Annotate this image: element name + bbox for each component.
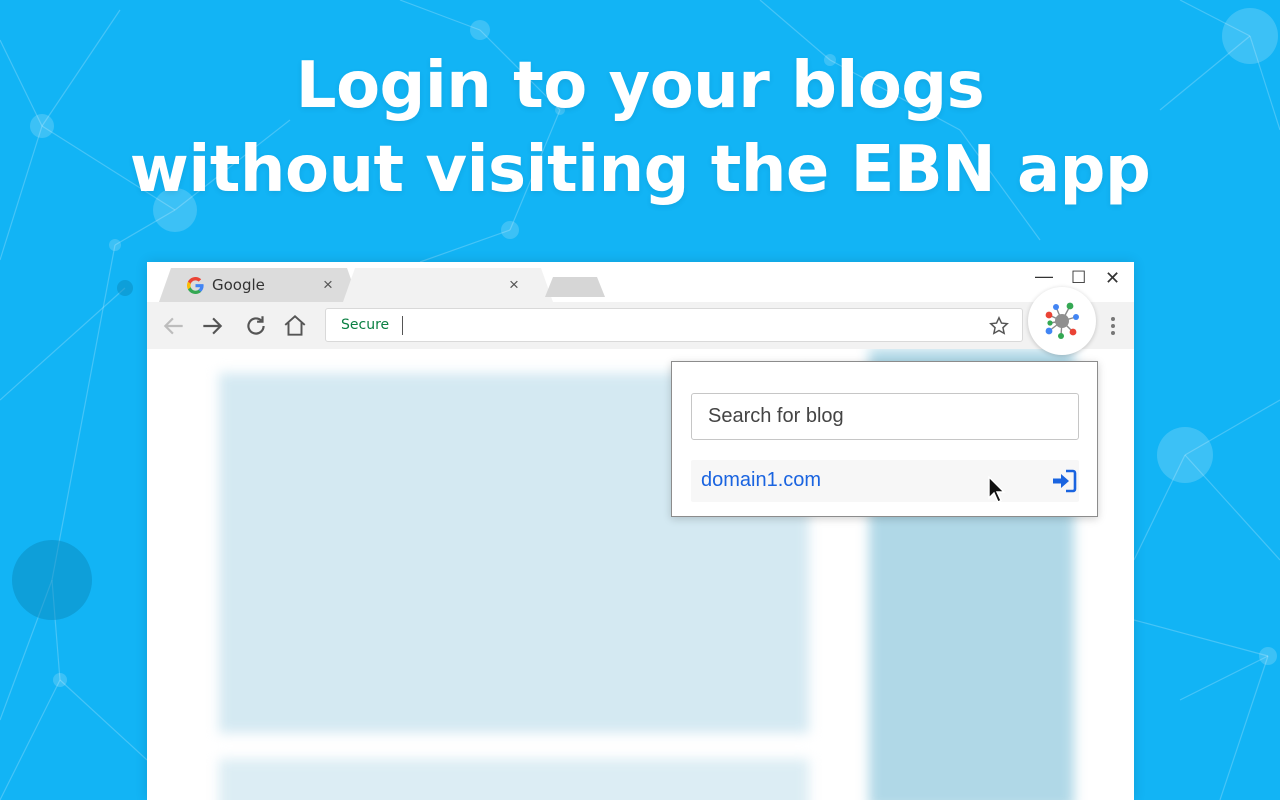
- tab-google-title: Google: [212, 276, 265, 294]
- browser-toolbar: Secure: [147, 302, 1134, 349]
- sign-in-icon[interactable]: [1051, 469, 1077, 493]
- blog-list-item[interactable]: domain1.com: [691, 460, 1079, 502]
- google-g-icon: [187, 277, 204, 294]
- arrow-left-icon[interactable]: [161, 313, 187, 339]
- ebn-extension-icon: [1045, 302, 1079, 339]
- kebab-menu-icon[interactable]: [1109, 314, 1117, 338]
- tab-active[interactable]: ×: [343, 268, 553, 302]
- close-window-icon[interactable]: ✕: [1105, 268, 1120, 288]
- headline-line-2: without visiting the EBN app: [129, 133, 1151, 207]
- maximize-icon[interactable]: ☐: [1071, 268, 1086, 288]
- browser-window: Google × × — ☐ ✕ Secure Search for blog …: [147, 262, 1134, 800]
- secure-label: Secure: [341, 317, 390, 333]
- mouse-cursor-icon: [988, 476, 1006, 503]
- browser-titlebar: Google × × — ☐ ✕: [147, 262, 1134, 302]
- tab-active-close-icon[interactable]: ×: [509, 276, 519, 294]
- address-bar[interactable]: Secure: [325, 308, 1023, 342]
- headline-line-1: Login to your blogs: [295, 49, 985, 123]
- minimize-icon[interactable]: —: [1035, 266, 1053, 286]
- blurred-content-bottom: [219, 759, 809, 800]
- ebn-extension-button[interactable]: [1028, 287, 1096, 355]
- new-tab-button[interactable]: [545, 277, 605, 297]
- extension-popup: domain1.com: [671, 361, 1098, 517]
- tab-google[interactable]: Google ×: [159, 268, 359, 302]
- reload-icon[interactable]: [243, 313, 269, 339]
- headline: Login to your blogs without visiting the…: [0, 44, 1280, 212]
- star-icon[interactable]: [988, 315, 1010, 337]
- tab-google-close-icon[interactable]: ×: [323, 276, 333, 294]
- blog-domain-link[interactable]: domain1.com: [701, 469, 821, 492]
- text-caret: [402, 316, 403, 335]
- home-icon[interactable]: [282, 313, 308, 339]
- arrow-right-icon[interactable]: [199, 313, 225, 339]
- blog-search-input[interactable]: [691, 393, 1079, 440]
